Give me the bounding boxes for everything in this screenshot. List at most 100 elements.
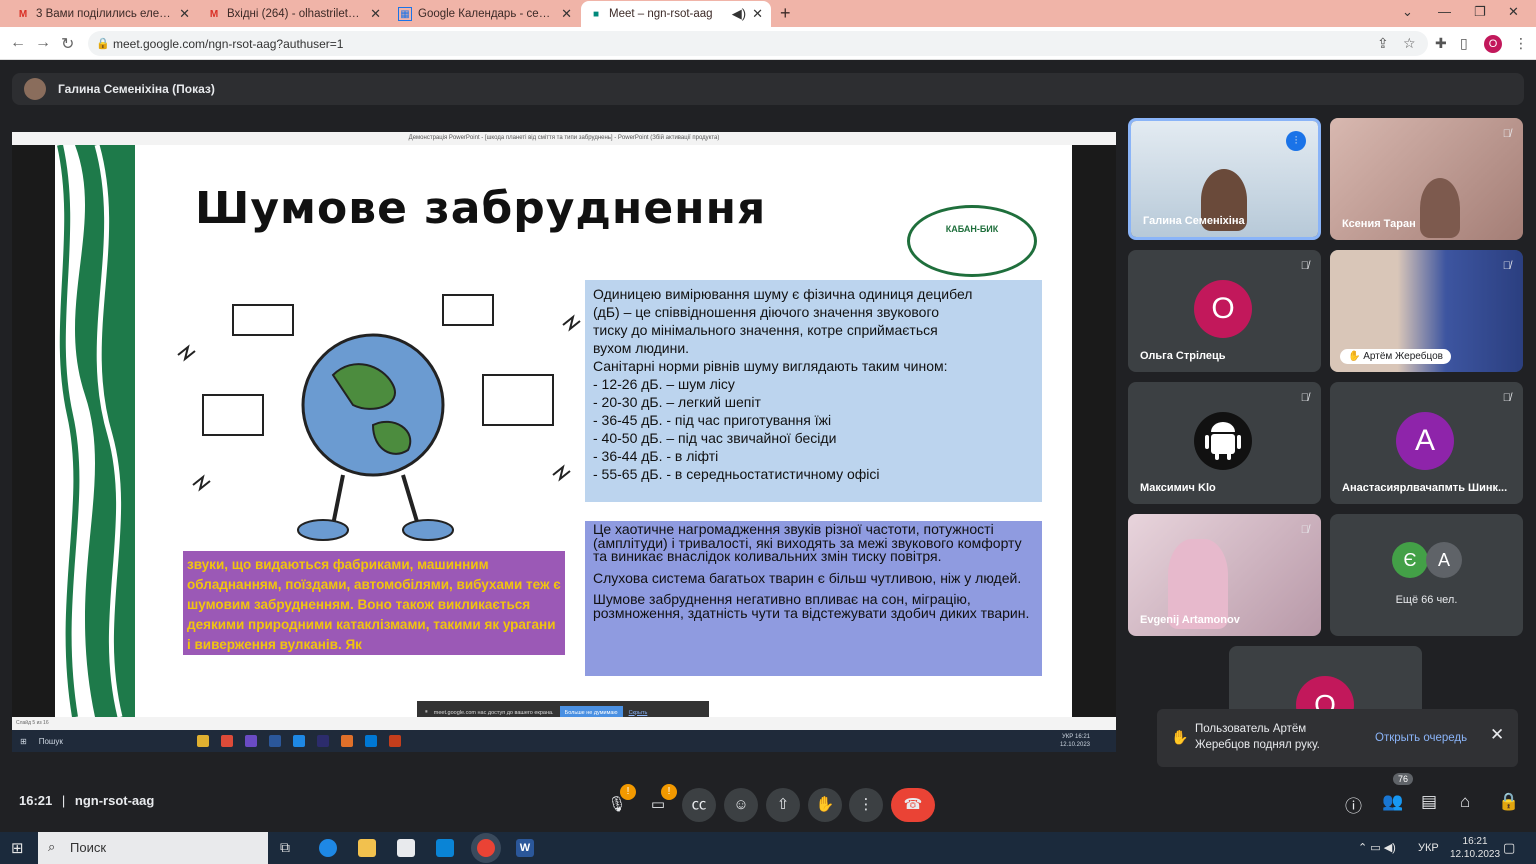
participant-tile[interactable]: 🎙̸ Ксения Таран [1330,118,1523,240]
system-clock[interactable]: 16:21 12.10.2023 [1450,835,1500,861]
close-window-button[interactable]: ✕ [1508,4,1519,20]
taskbar-search[interactable]: ⌕ Поиск [38,832,268,864]
present-screen-button[interactable]: ⇧ [766,788,800,822]
noise-sources-box: звуки, що видаються фабриками, машинним … [183,551,565,655]
raised-hand-toast: ✋ Пользователь Артём Жеребцов поднял рук… [1157,709,1518,767]
participant-avatar: O [1194,280,1252,338]
tab-calendar[interactable]: ▦ Google Календарь - сентябрь 2 ✕ [390,1,580,27]
tab-search-icon[interactable]: ⌄ [1402,4,1413,20]
side-panel-icon[interactable]: ▯ [1460,35,1468,52]
bookmark-star-icon[interactable]: ☆ [1403,35,1416,52]
participant-figure [1420,178,1460,238]
chat-icon[interactable]: ▤ [1421,792,1437,812]
search-icon: ⌕ [48,839,56,854]
tray-icons[interactable]: ⌃ ▭ ◀) [1358,841,1396,854]
close-tab-icon[interactable]: ✕ [370,6,381,22]
noise-units-box: Одиницею вимірювання шуму є фізична один… [585,280,1042,502]
android-icon [1205,422,1241,460]
open-queue-link[interactable]: Открыть очередь [1375,730,1467,746]
more-participants-tile[interactable]: Є A Ещё 66 чел. [1330,514,1523,636]
warning-badge-icon: ! [661,784,677,800]
edge-icon[interactable] [319,839,337,857]
raised-hand-name-chip: ✋ Артём Жеребцов [1340,349,1451,364]
hand-icon: ✋ [1171,729,1189,745]
participant-avatar: O [1296,676,1354,710]
windows-start-icon[interactable]: ⊞ [11,839,24,857]
store-icon[interactable] [397,839,415,857]
tab-gmail-shared[interactable]: M 3 Вами поділились електронною ✕ [8,1,198,27]
meeting-details-icon[interactable]: ⓘ [1345,792,1362,817]
close-icon[interactable]: ✕ [1490,726,1504,743]
language-indicator[interactable]: УКР [1418,842,1439,854]
captions-button[interactable]: ㏄ [682,788,716,822]
share-icon[interactable]: ⇪ [1377,35,1389,52]
file-explorer-icon[interactable] [358,839,376,857]
gmail-icon: M [18,8,28,20]
participant-tile[interactable]: 🎙̸ Evgenij Artamonov [1128,514,1321,636]
browser-tab-strip: M 3 Вами поділились електронною ✕ M Вхід… [0,0,1536,27]
logo: КАБАН-БИК [907,205,1037,277]
extensions-icon[interactable]: ✚ [1435,35,1447,52]
more-participants-label: Ещё 66 чел. [1395,594,1458,606]
reload-icon[interactable]: ↻ [61,34,74,54]
participant-tile[interactable]: O 🎙̸ Ольга Стрілець [1128,250,1321,372]
forward-icon[interactable]: → [35,34,51,52]
app-icon [340,735,353,747]
task-view-icon[interactable]: ⧉ [280,839,290,856]
close-tab-icon[interactable]: ✕ [561,6,572,22]
meet-icon: ■ [592,8,600,20]
host-controls-icon[interactable]: 🔒 [1498,792,1519,812]
chrome-icon[interactable] [477,839,495,857]
presenter-label: Галина Семеніхіна (Показ) [58,82,215,96]
raise-hand-button[interactable]: ✋ [808,788,842,822]
word-icon[interactable]: W [516,839,534,857]
people-count-badge: 76 [1393,773,1414,785]
folder-icon [196,735,209,747]
tab-meet[interactable]: ■ Meet – ngn-rsot-aag ◀) ✕ [581,1,771,27]
activities-icon[interactable]: ⌂ [1460,792,1470,812]
profile-avatar[interactable]: O [1484,35,1502,53]
mail-icon[interactable] [436,839,454,857]
edge-icon [292,735,305,747]
presenter-avatar [24,78,46,100]
calendar-icon: ▦ [398,7,412,21]
participant-tile[interactable]: 🎙̸ ✋ Артём Жеребцов [1330,250,1523,372]
participant-tile[interactable]: 🎙̸ Максимич Klo [1128,382,1321,504]
participant-avatar: A [1396,412,1454,470]
back-icon[interactable]: ← [10,34,26,52]
leave-call-button[interactable]: ☎ [891,788,935,822]
menu-kebab-icon[interactable]: ⋮ [1514,35,1528,52]
noise-earth-illustration [177,294,581,541]
minimize-button[interactable]: — [1438,4,1451,19]
mic-off-icon: 🎙̸ [1502,128,1511,140]
speaking-icon: ⫶ [1286,131,1306,151]
tab-gmail-inbox[interactable]: M Вхідні (264) - olhastrilets20@gm ✕ [199,1,389,27]
hide-notice-link[interactable]: Скрыть [629,710,648,716]
more-options-button[interactable]: ⋮ [849,788,883,822]
warning-badge-icon: ! [620,784,636,800]
emoji-reaction-button[interactable]: ☺ [724,788,758,822]
powerpoint-status-bar: Слайд 5 из 16 [12,717,1116,730]
notification-center-icon[interactable]: ▢ [1503,840,1515,856]
decorative-wave [55,145,135,717]
participant-tile-partial[interactable]: O [1229,646,1422,710]
participant-tile[interactable]: ⫶ Галина Семеніхіна [1128,118,1321,240]
new-tab-button[interactable]: + [780,3,791,24]
maximize-button[interactable]: ❐ [1474,4,1486,20]
participant-tile[interactable]: A 🎙̸ Анастасиярлвачапмть Шинк... [1330,382,1523,504]
participant-avatar: A [1426,542,1462,578]
hand-icon: ✋ [1348,351,1361,362]
url-field[interactable]: 🔒 meet.google.com/ngn-rsot-aag?authuser=… [88,31,1428,56]
app-icon [244,735,257,747]
audio-icon[interactable]: ◀) [732,6,746,22]
zoom-icon [364,735,377,747]
close-tab-icon[interactable]: ✕ [752,6,763,22]
windows-taskbar: ⊞ ⌕ Поиск ⧉ W ⌃ ▭ ◀) УКР 16:21 12.10.202… [0,832,1536,864]
close-tab-icon[interactable]: ✕ [179,6,190,22]
powerpoint-icon [388,735,401,747]
word-icon [268,735,281,747]
shared-windows-taskbar: ⊞ Пошук УКР 16:21 12.10.2023 [12,730,1116,752]
premiere-icon [316,735,329,747]
shared-search-label: Пошук [38,736,63,746]
people-icon[interactable]: 👥 [1382,792,1403,812]
